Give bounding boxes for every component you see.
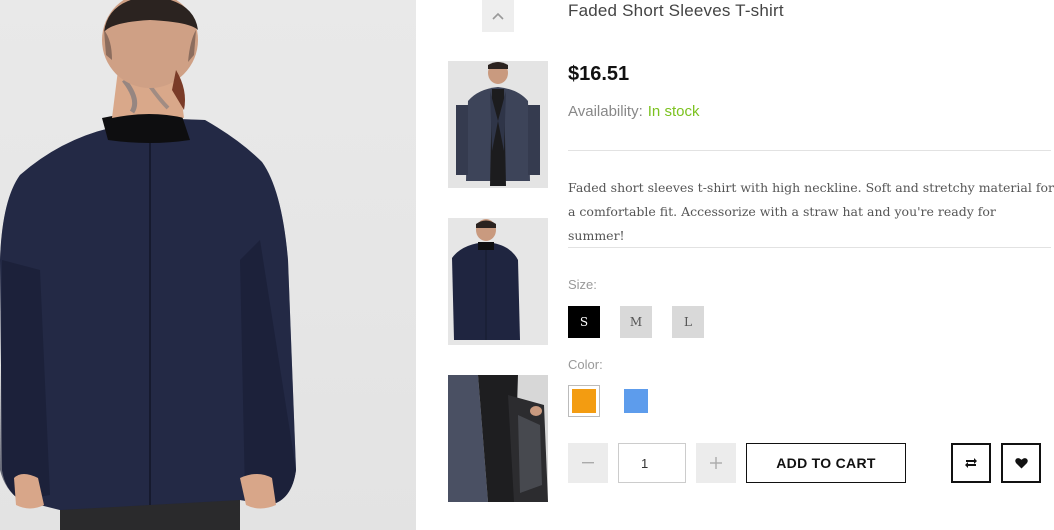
availability-label: Availability:	[568, 103, 643, 120]
compare-button[interactable]	[951, 443, 991, 483]
chevron-up-icon	[492, 12, 504, 20]
quantity-input[interactable]	[618, 443, 686, 483]
blazer-back-illustration	[448, 218, 548, 345]
size-option-l[interactable]: L	[672, 306, 704, 338]
blazer-front-illustration	[448, 61, 548, 188]
thumbnail-blazer-front[interactable]	[448, 61, 548, 188]
heart-icon	[1014, 458, 1028, 469]
thumbnail-blazer-back[interactable]	[448, 218, 548, 345]
product-description: Faded short sleeves t-shirt with high ne…	[568, 180, 1054, 243]
orange-swatch	[572, 389, 596, 413]
quantity-decrease-button[interactable]	[568, 443, 608, 483]
quantity-increase-button[interactable]	[696, 443, 736, 483]
divider	[568, 150, 1051, 151]
stock-status: In stock	[647, 103, 700, 120]
divider	[568, 247, 1051, 248]
color-swatch-orange[interactable]	[568, 385, 600, 417]
compare-icon	[965, 458, 977, 468]
model-back-illustration	[0, 0, 296, 530]
blazer-lining-illustration	[448, 375, 548, 502]
main-product-image[interactable]	[0, 0, 416, 530]
color-swatch-blue[interactable]	[620, 385, 652, 417]
add-to-cart-button[interactable]: ADD TO CART	[746, 443, 906, 483]
plus-icon	[710, 457, 722, 469]
wishlist-button[interactable]	[1001, 443, 1041, 483]
product-title: Faded Short Sleeves T-shirt	[568, 1, 784, 20]
size-label: Size:	[568, 277, 597, 292]
minus-icon	[582, 462, 594, 464]
blue-swatch	[624, 389, 648, 413]
product-price: $16.51	[568, 63, 630, 85]
size-option-s[interactable]: S	[568, 306, 600, 338]
size-option-m[interactable]: M	[620, 306, 652, 338]
color-label: Color:	[568, 357, 603, 372]
thumbnail-blazer-lining[interactable]	[448, 375, 548, 502]
availability: Availability: In stock	[568, 103, 699, 120]
thumbnails-scroll-up-button[interactable]	[482, 0, 514, 32]
